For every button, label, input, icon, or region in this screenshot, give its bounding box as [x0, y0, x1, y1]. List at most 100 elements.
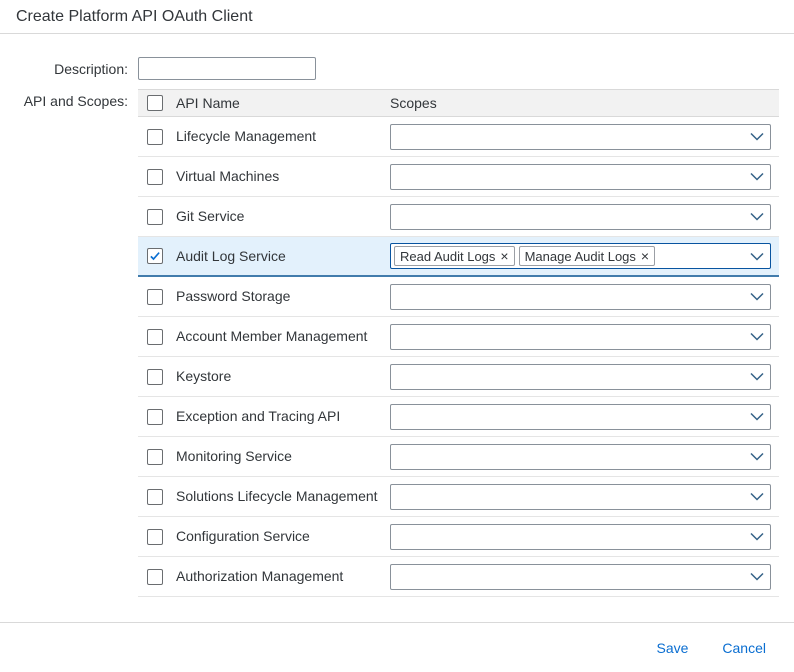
row-checkbox[interactable]	[147, 409, 163, 425]
scopes-combobox[interactable]	[390, 284, 771, 310]
table-row: Monitoring Service	[138, 437, 779, 477]
api-name: Configuration Service	[176, 527, 390, 545]
scopes-combobox[interactable]	[390, 404, 771, 430]
row-checkbox[interactable]	[147, 248, 163, 264]
api-name: Keystore	[176, 367, 390, 385]
cancel-button[interactable]: Cancel	[722, 640, 766, 656]
scopes-cell	[390, 364, 779, 390]
api-name: Git Service	[176, 207, 390, 225]
table-row: Git Service	[138, 197, 779, 237]
table-row: Account Member Management	[138, 317, 779, 357]
select-all-checkbox[interactable]	[147, 95, 163, 111]
table-row: Password Storage	[138, 277, 779, 317]
api-name: Virtual Machines	[176, 167, 390, 185]
scopes-cell	[390, 164, 779, 190]
table-row: Configuration Service	[138, 517, 779, 557]
description-row: Description:	[0, 57, 779, 81]
scopes-combobox[interactable]	[390, 364, 771, 390]
chevron-down-icon	[744, 132, 764, 141]
checkbox-cell	[138, 209, 176, 225]
scopes-cell	[390, 204, 779, 230]
row-checkbox[interactable]	[147, 329, 163, 345]
dialog-title: Create Platform API OAuth Client	[16, 8, 253, 26]
dialog-footer: Save Cancel	[0, 622, 794, 672]
save-button[interactable]: Save	[656, 640, 688, 656]
table-body: Lifecycle Management Virtual Machines Git …	[138, 117, 779, 597]
api-scopes-label: API and Scopes:	[0, 89, 138, 597]
checkbox-cell	[138, 129, 176, 145]
chevron-down-icon	[744, 212, 764, 221]
checkbox-cell	[138, 329, 176, 345]
checkbox-cell	[138, 449, 176, 465]
api-name: Lifecycle Management	[176, 127, 390, 145]
checkbox-cell	[138, 369, 176, 385]
checkbox-cell	[138, 529, 176, 545]
api-name: Account Member Management	[176, 327, 390, 345]
scope-token-label: Manage Audit Logs	[525, 249, 636, 264]
api-name: Authorization Management	[176, 567, 390, 585]
scopes-cell	[390, 284, 779, 310]
api-scopes-row: API and Scopes: API Name Scopes Lifecycl…	[0, 89, 779, 597]
scopes-cell	[390, 404, 779, 430]
scopes-combobox[interactable]	[390, 204, 771, 230]
token-list: Read Audit Logs × Manage Audit Logs ×	[394, 246, 744, 266]
chevron-down-icon	[744, 452, 764, 461]
scope-token: Manage Audit Logs ×	[519, 246, 656, 266]
row-checkbox[interactable]	[147, 529, 163, 545]
checkbox-cell	[138, 289, 176, 305]
dialog-header: Create Platform API OAuth Client	[0, 0, 794, 34]
scopes-header: Scopes	[390, 95, 779, 111]
chevron-down-icon	[744, 492, 764, 501]
chevron-down-icon	[744, 252, 764, 261]
checkbox-cell	[138, 169, 176, 185]
api-name: Password Storage	[176, 287, 390, 305]
api-scopes-table: API Name Scopes Lifecycle Management Virt…	[138, 89, 779, 597]
chevron-down-icon	[744, 372, 764, 381]
scopes-combobox[interactable]	[390, 484, 771, 510]
scopes-combobox[interactable]: Read Audit Logs × Manage Audit Logs ×	[390, 243, 771, 269]
scopes-cell	[390, 484, 779, 510]
chevron-down-icon	[744, 332, 764, 341]
row-checkbox[interactable]	[147, 289, 163, 305]
table-row: Virtual Machines	[138, 157, 779, 197]
scopes-cell	[390, 524, 779, 550]
checkbox-cell	[138, 569, 176, 585]
scopes-cell	[390, 444, 779, 470]
table-row: Authorization Management	[138, 557, 779, 597]
description-input[interactable]	[138, 57, 316, 80]
token-close-icon[interactable]: ×	[500, 249, 508, 263]
row-checkbox[interactable]	[147, 569, 163, 585]
scopes-combobox[interactable]	[390, 324, 771, 350]
chevron-down-icon	[744, 532, 764, 541]
chevron-down-icon	[744, 572, 764, 581]
row-checkbox[interactable]	[147, 369, 163, 385]
row-checkbox[interactable]	[147, 209, 163, 225]
row-checkbox[interactable]	[147, 489, 163, 505]
table-header: API Name Scopes	[138, 89, 779, 117]
scope-token-label: Read Audit Logs	[400, 249, 495, 264]
api-name: Solutions Lifecycle Management	[176, 487, 390, 505]
api-name: Audit Log Service	[176, 247, 390, 265]
scope-token: Read Audit Logs ×	[394, 246, 515, 266]
row-checkbox[interactable]	[147, 169, 163, 185]
row-checkbox[interactable]	[147, 129, 163, 145]
token-close-icon[interactable]: ×	[641, 249, 649, 263]
scopes-cell	[390, 564, 779, 590]
chevron-down-icon	[744, 412, 764, 421]
chevron-down-icon	[744, 172, 764, 181]
dialog-body: Description: API and Scopes: API Name Sc…	[0, 34, 794, 597]
scopes-combobox[interactable]	[390, 564, 771, 590]
scopes-combobox[interactable]	[390, 124, 771, 150]
table-row: Audit Log ServiceRead Audit Logs×Manage …	[138, 237, 779, 277]
scopes-combobox[interactable]	[390, 164, 771, 190]
table-row: Solutions Lifecycle Management	[138, 477, 779, 517]
chevron-down-icon	[744, 292, 764, 301]
scopes-combobox[interactable]	[390, 524, 771, 550]
scopes-cell	[390, 124, 779, 150]
checkmark-icon	[149, 250, 161, 262]
checkbox-cell	[138, 409, 176, 425]
scopes-combobox[interactable]	[390, 444, 771, 470]
row-checkbox[interactable]	[147, 449, 163, 465]
table-row: Keystore	[138, 357, 779, 397]
scopes-cell: Read Audit Logs × Manage Audit Logs ×	[390, 243, 779, 269]
